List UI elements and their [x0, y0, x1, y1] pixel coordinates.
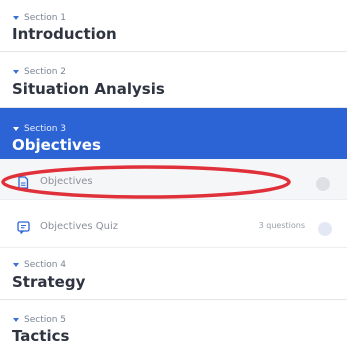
caret-down-icon: [13, 16, 19, 20]
section-4-title: Strategy: [12, 273, 86, 291]
caret-down-icon: [13, 263, 19, 267]
caret-down-icon: [13, 70, 19, 74]
lesson-item-objectives-quiz[interactable]: Objectives Quiz 3 questions: [0, 200, 347, 248]
section-3-header-active[interactable]: Section 3 Objectives: [0, 108, 347, 159]
caret-down-icon: [13, 318, 19, 322]
quiz-icon: [17, 219, 30, 238]
section-4-header[interactable]: Section 4 Strategy: [0, 248, 347, 300]
section-3-label: Section 3: [13, 124, 66, 134]
section-4-label: Section 4: [13, 260, 66, 270]
section-5-label: Section 5: [13, 315, 66, 325]
section-2-header[interactable]: Section 2 Situation Analysis: [0, 52, 347, 108]
document-icon: [17, 174, 29, 193]
caret-down-icon: [13, 127, 19, 131]
section-1-title: Introduction: [12, 25, 117, 43]
section-1-header[interactable]: Section 1 Introduction: [0, 0, 347, 52]
lesson-label: Objectives Quiz: [40, 221, 119, 232]
completion-status-circle: [318, 222, 332, 236]
lesson-item-objectives[interactable]: Objectives: [0, 159, 347, 200]
section-1-label: Section 1: [13, 13, 66, 23]
section-5-header[interactable]: Section 5 Tactics: [0, 300, 347, 347]
question-count: 3 questions: [258, 221, 305, 230]
section-5-title: Tactics: [12, 327, 70, 345]
section-2-label: Section 2: [13, 67, 66, 77]
section-3-title: Objectives: [12, 136, 101, 154]
lesson-label: Objectives: [40, 176, 93, 187]
completion-status-circle: [316, 177, 330, 191]
section-2-title: Situation Analysis: [12, 80, 165, 98]
